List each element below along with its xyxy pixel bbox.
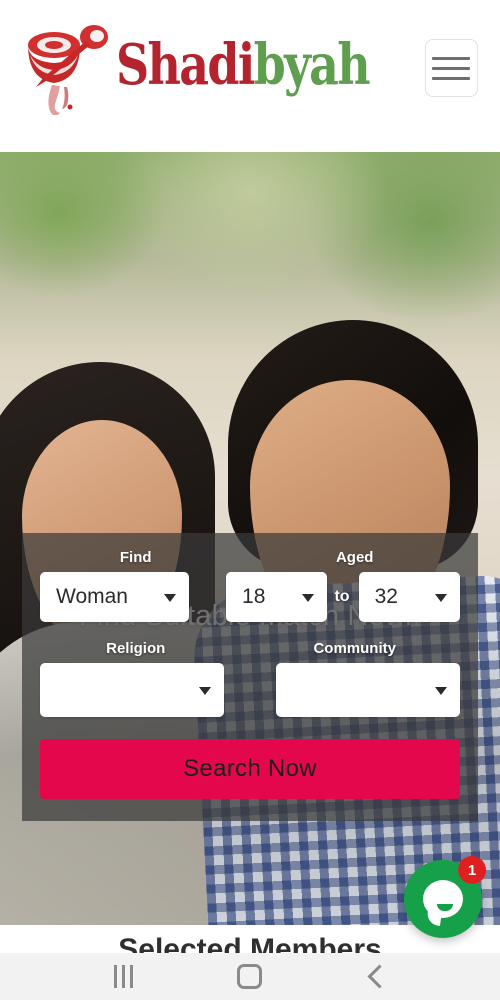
chevron-down-icon <box>199 687 211 695</box>
chat-bubble-icon <box>423 880 463 918</box>
age-from-select[interactable]: 18 <box>226 572 328 622</box>
age-to-value: 32 <box>374 585 398 608</box>
chevron-down-icon <box>164 594 177 602</box>
match-search-form: Find Aged Woman 18 to 32 Religion Commun… <box>22 533 478 821</box>
brand-wordmark: Shadibyah <box>116 37 371 93</box>
community-select[interactable] <box>276 663 460 717</box>
chevron-down-icon <box>302 594 315 602</box>
form-row-2-fields <box>40 663 460 717</box>
app-viewport: Shadibyah Find Suitable Match Now.. Find… <box>0 0 500 1000</box>
religion-label: Religion <box>106 640 166 657</box>
nav-back-button[interactable] <box>347 957 407 997</box>
chat-unread-badge[interactable]: 1 <box>458 856 486 884</box>
form-row-1-fields: Woman 18 to 32 <box>40 572 460 622</box>
age-from-value: 18 <box>242 585 266 608</box>
brand-logo[interactable]: Shadibyah <box>18 15 425 116</box>
age-range-separator: to <box>334 588 350 605</box>
chat-widget: 1 <box>404 856 486 938</box>
brand-wordmark-part2: byah <box>253 32 371 98</box>
form-row-2-labels: Religion Community <box>40 640 460 657</box>
age-to-select[interactable]: 32 <box>358 572 460 622</box>
find-gender-select[interactable]: Woman <box>40 572 190 622</box>
android-navigation-bar <box>0 953 500 1000</box>
aged-label: Aged <box>335 549 374 566</box>
dholak-drum-icon <box>18 15 114 116</box>
chevron-down-icon <box>435 687 447 695</box>
home-icon <box>237 964 263 989</box>
find-gender-value: Woman <box>56 585 128 608</box>
religion-select[interactable] <box>40 663 224 717</box>
nav-recents-button[interactable] <box>93 957 153 997</box>
back-icon <box>367 964 392 989</box>
hamburger-icon-bar <box>432 56 471 60</box>
site-header: Shadibyah <box>0 0 500 152</box>
search-now-button[interactable]: Search Now <box>40 739 460 799</box>
recents-icon <box>113 965 133 988</box>
form-row-1-labels: Find Aged <box>40 549 460 566</box>
find-label: Find <box>119 549 152 566</box>
brand-wordmark-part1: Shadi <box>116 32 255 98</box>
hamburger-menu-button[interactable] <box>424 39 478 97</box>
hamburger-icon-bar <box>432 66 471 70</box>
hamburger-icon-bar <box>432 76 471 80</box>
community-label: Community <box>313 640 396 657</box>
nav-home-button[interactable] <box>220 957 280 997</box>
chevron-down-icon <box>435 594 447 602</box>
